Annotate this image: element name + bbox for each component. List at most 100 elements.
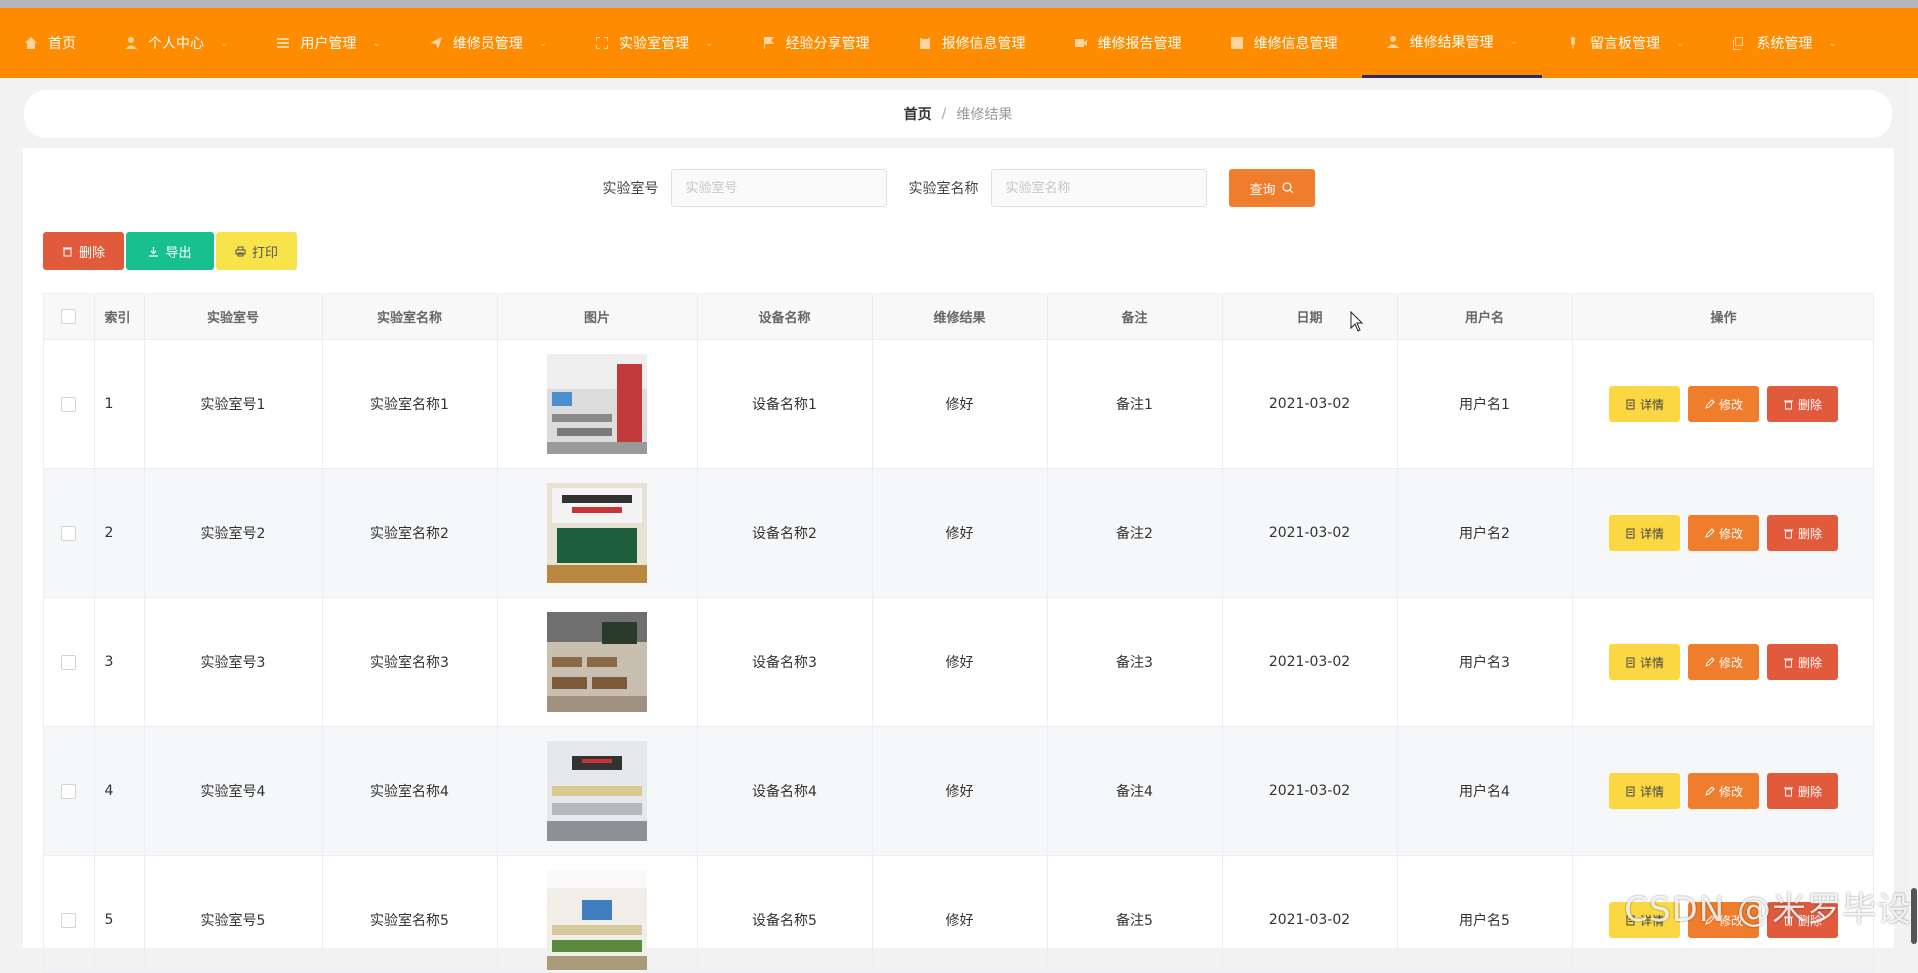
edit-button[interactable]: 修改 — [1688, 644, 1759, 680]
nav-item-6[interactable]: 报修信息管理 — [894, 8, 1050, 78]
document-icon — [1625, 786, 1636, 797]
microphone-icon — [1566, 36, 1580, 50]
delete-button[interactable]: 删除 — [1767, 773, 1838, 809]
batch-delete-label: 删除 — [79, 242, 105, 261]
header-image: 图片 — [497, 294, 697, 340]
cell-lab-name: 实验室名称3 — [322, 598, 497, 727]
nav-item-label: 用户管理 — [300, 33, 356, 53]
row-checkbox[interactable] — [61, 526, 76, 541]
cell-device: 设备名称4 — [697, 727, 872, 856]
box-dashed-icon — [595, 36, 609, 50]
lab-no-input[interactable] — [671, 169, 887, 207]
row-select-cell — [44, 340, 94, 469]
breadcrumb-current: 维修结果 — [956, 104, 1012, 124]
table-row[interactable]: 1实验室号1实验室名称1设备名称1修好备注12021-03-02用户名1详情修改… — [44, 340, 1874, 469]
window-top-edge — [0, 0, 1918, 8]
cell-result: 修好 — [872, 598, 1047, 727]
query-button[interactable]: 查询 — [1229, 169, 1315, 207]
send-icon — [429, 36, 443, 50]
edit-label: 修改 — [1719, 525, 1743, 542]
detail-button[interactable]: 详情 — [1609, 644, 1680, 680]
nav-item-3[interactable]: 维修员管理⌄ — [405, 8, 571, 78]
delete-button[interactable]: 删除 — [1767, 515, 1838, 551]
print-button[interactable]: 打印 — [216, 232, 297, 270]
nav-item-2[interactable]: 用户管理⌄ — [252, 8, 404, 78]
row-checkbox[interactable] — [61, 655, 76, 670]
row-checkbox[interactable] — [61, 913, 76, 928]
cell-username: 用户名3 — [1397, 598, 1572, 727]
nav-item-label: 维修结果管理 — [1410, 32, 1494, 52]
cell-lab-name: 实验室名称2 — [322, 469, 497, 598]
delete-label: 删除 — [1798, 783, 1822, 800]
lab-photo[interactable] — [547, 483, 647, 583]
data-table: 索引 实验室号 实验室名称 图片 设备名称 维修结果 备注 日期 用户名 操作 … — [43, 293, 1874, 973]
cell-result: 修好 — [872, 469, 1047, 598]
cell-lab-name: 实验室名称5 — [322, 856, 497, 973]
nav-item-label: 系统管理 — [1756, 33, 1812, 53]
lab-photo[interactable] — [547, 870, 647, 970]
cell-lab-no: 实验室号3 — [144, 598, 322, 727]
cell-image — [497, 598, 697, 727]
cell-image — [497, 340, 697, 469]
row-checkbox[interactable] — [61, 784, 76, 799]
detail-button[interactable]: 详情 — [1609, 773, 1680, 809]
edit-label: 修改 — [1719, 783, 1743, 800]
cell-remark: 备注4 — [1047, 727, 1222, 856]
nav-item-1[interactable]: 个人中心⌄ — [100, 8, 252, 78]
edit-button[interactable]: 修改 — [1688, 773, 1759, 809]
nav-item-7[interactable]: 维修报告管理 — [1050, 8, 1206, 78]
nav-item-0[interactable]: 首页 — [0, 8, 100, 78]
trash-icon — [1783, 786, 1794, 797]
cell-username: 用户名5 — [1397, 856, 1572, 973]
nav-item-5[interactable]: 经验分享管理 — [738, 8, 894, 78]
table-row[interactable]: 4实验室号4实验室名称4设备名称4修好备注42021-03-02用户名4详情修改… — [44, 727, 1874, 856]
main-content: 实验室号 实验室名称 查询 删除 导出 打印 — [23, 148, 1894, 948]
chevron-down-icon: ⌄ — [539, 38, 547, 49]
nav-item-label: 维修报告管理 — [1098, 33, 1182, 53]
select-all-cell — [44, 294, 94, 340]
edit-label: 修改 — [1719, 654, 1743, 671]
cell-remark: 备注1 — [1047, 340, 1222, 469]
edit-button[interactable]: 修改 — [1688, 386, 1759, 422]
nav-item-8[interactable]: 维修信息管理 — [1206, 8, 1362, 78]
breadcrumb: 首页 / 维修结果 — [24, 90, 1892, 138]
page-scrollbar[interactable] — [1910, 78, 1918, 936]
cell-image — [497, 469, 697, 598]
nav-item-9[interactable]: 维修结果管理⌄ — [1362, 8, 1542, 78]
cell-username: 用户名1 — [1397, 340, 1572, 469]
search-form: 实验室号 实验室名称 查询 — [23, 168, 1894, 208]
export-button[interactable]: 导出 — [126, 232, 214, 270]
nav-item-10[interactable]: 留言板管理⌄ — [1542, 8, 1708, 78]
delete-button[interactable]: 删除 — [1767, 386, 1838, 422]
batch-delete-button[interactable]: 删除 — [43, 232, 124, 270]
lab-photo[interactable] — [547, 741, 647, 841]
detail-label: 详情 — [1640, 654, 1664, 671]
copy-icon — [1732, 36, 1746, 50]
top-nav: 首页个人中心⌄用户管理⌄维修员管理⌄实验室管理⌄经验分享管理报修信息管理维修报告… — [0, 8, 1918, 78]
breadcrumb-home[interactable]: 首页 — [904, 104, 932, 124]
cell-index: 5 — [94, 856, 144, 973]
delete-button[interactable]: 删除 — [1767, 644, 1838, 680]
edit-button[interactable]: 修改 — [1688, 515, 1759, 551]
lab-name-input[interactable] — [991, 169, 1207, 207]
row-select-cell — [44, 598, 94, 727]
header-lab-name: 实验室名称 — [322, 294, 497, 340]
nav-item-4[interactable]: 实验室管理⌄ — [571, 8, 737, 78]
select-all-checkbox[interactable] — [61, 309, 76, 324]
delete-label: 删除 — [1798, 525, 1822, 542]
cell-date: 2021-03-02 — [1222, 469, 1397, 598]
table-row[interactable]: 5实验室号5实验室名称5设备名称5修好备注52021-03-02用户名5详情修改… — [44, 856, 1874, 973]
detail-button[interactable]: 详情 — [1609, 386, 1680, 422]
nav-item-11[interactable]: 系统管理 ⌄ — [1708, 8, 1860, 78]
lab-photo[interactable] — [547, 354, 647, 454]
table-row[interactable]: 2实验室号2实验室名称2设备名称2修好备注22021-03-02用户名2详情修改… — [44, 469, 1874, 598]
lab-photo[interactable] — [547, 612, 647, 712]
cell-result: 修好 — [872, 340, 1047, 469]
delete-label: 删除 — [1798, 654, 1822, 671]
chevron-down-icon: ⌄ — [1828, 38, 1836, 49]
table-row[interactable]: 3实验室号3实验室名称3设备名称3修好备注32021-03-02用户名3详情修改… — [44, 598, 1874, 727]
nav-item-label: 维修信息管理 — [1254, 33, 1338, 53]
cell-index: 2 — [94, 469, 144, 598]
row-checkbox[interactable] — [61, 397, 76, 412]
detail-button[interactable]: 详情 — [1609, 515, 1680, 551]
